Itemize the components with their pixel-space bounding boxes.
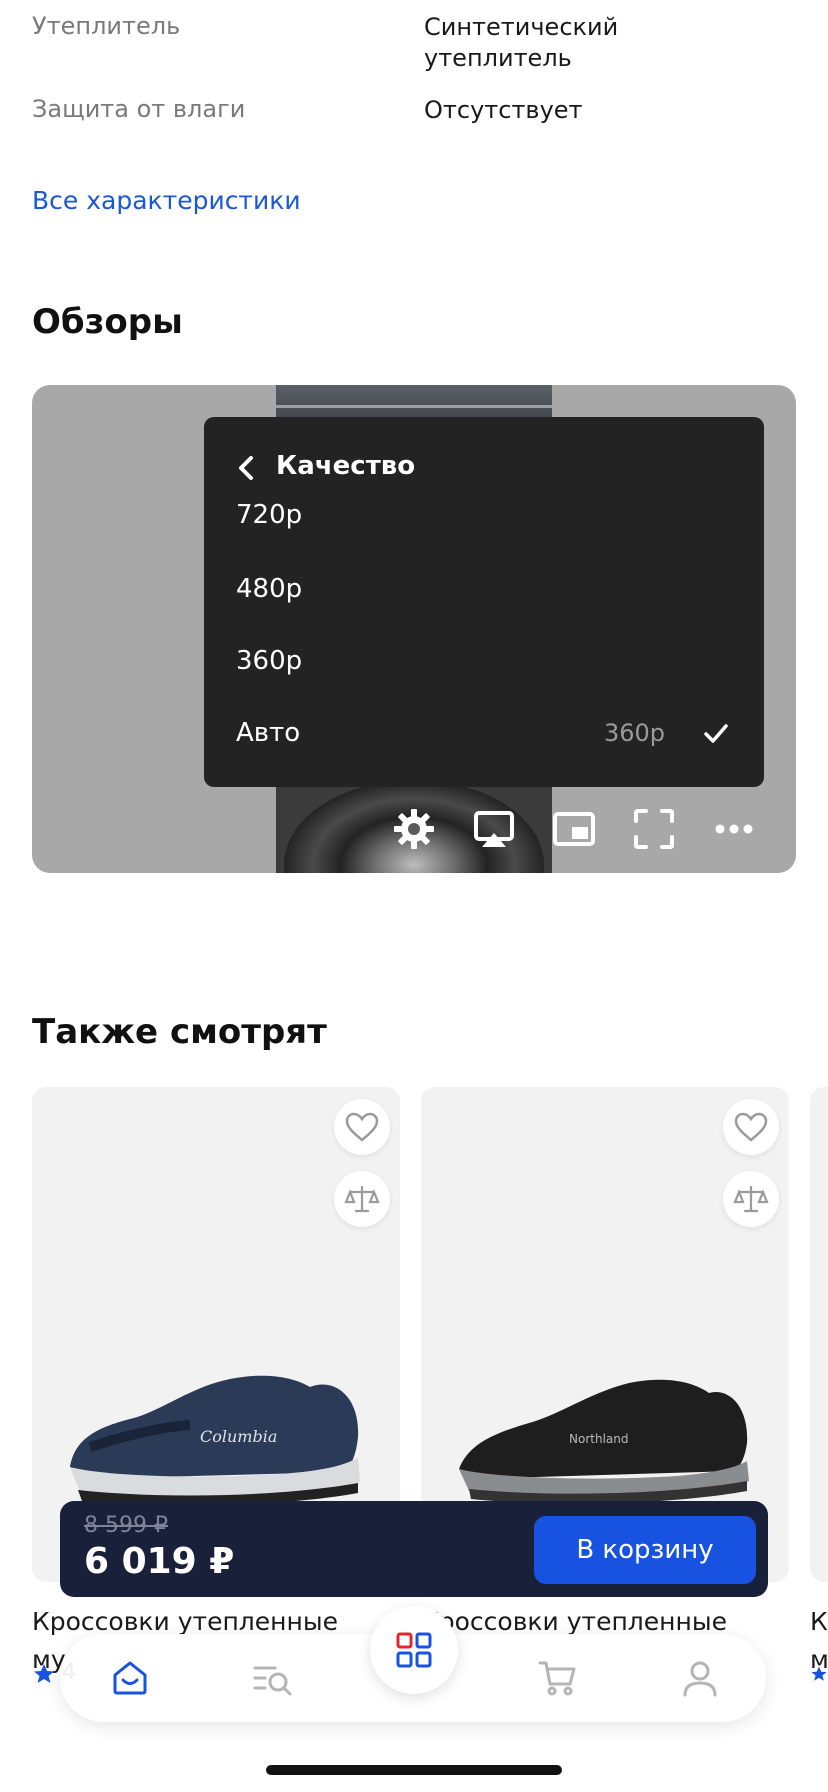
old-price: 8 599 ₽ — [84, 1513, 168, 1538]
checkmark-icon — [702, 719, 730, 747]
quality-option-480p[interactable]: 480p — [236, 574, 302, 604]
shoe-image: Columbia — [70, 1375, 360, 1506]
home-indicator — [266, 1765, 562, 1775]
rating-star-icon — [810, 1662, 828, 1686]
spec-value: Синтетический утеплитель — [424, 12, 724, 74]
brand-logo: Northland — [569, 1432, 628, 1446]
airplay-icon[interactable] — [470, 805, 518, 853]
spec-value: Отсутствует — [424, 96, 583, 124]
spec-label: Защита от влаги — [32, 95, 246, 123]
spec-label: Утеплитель — [32, 12, 181, 40]
favorite-heart-icon[interactable] — [723, 1099, 779, 1155]
product-card[interactable] — [810, 1087, 828, 1582]
profile-icon[interactable] — [674, 1652, 726, 1704]
product-title[interactable]: К — [810, 1607, 828, 1636]
product-title[interactable]: Кроссовки утепленные — [421, 1607, 751, 1636]
reviews-title: Обзоры — [32, 302, 183, 342]
chevron-left-icon[interactable] — [236, 455, 256, 481]
buy-bar: 8 599 ₽ 6 019 ₽ В корзину — [60, 1501, 768, 1597]
compare-scales-icon[interactable] — [334, 1171, 390, 1227]
bottom-nav — [60, 1606, 766, 1722]
spec-value-line: Синтетический — [424, 13, 619, 41]
settings-icon[interactable] — [390, 805, 438, 853]
quality-current-value: 360p — [604, 719, 666, 747]
quality-option-360p[interactable]: 360p — [236, 646, 302, 676]
quality-menu: Качество 720p 480p 360p Авто 360p — [204, 417, 764, 787]
brand-logo: Columbia — [200, 1427, 277, 1446]
spec-value-line: утеплитель — [424, 44, 572, 72]
add-to-cart-button[interactable]: В корзину — [534, 1516, 756, 1584]
quality-option-720p[interactable]: 720p — [236, 500, 302, 530]
home-icon[interactable] — [104, 1652, 156, 1704]
catalog-search-icon[interactable] — [246, 1652, 298, 1704]
rating-star-icon — [32, 1662, 56, 1686]
also-viewed-title: Также смотрят — [32, 1012, 327, 1052]
compare-scales-icon[interactable] — [723, 1171, 779, 1227]
fullscreen-icon[interactable] — [630, 805, 678, 853]
quality-option-auto[interactable]: Авто — [236, 718, 300, 748]
catalog-icon — [396, 1632, 432, 1668]
catalog-button[interactable] — [370, 1606, 458, 1694]
all-specs-link[interactable]: Все характеристики — [32, 186, 301, 215]
product-title[interactable]: Кроссовки утепленные — [32, 1607, 402, 1636]
favorite-heart-icon[interactable] — [334, 1099, 390, 1155]
video-frame-stripe — [276, 405, 552, 408]
more-icon[interactable] — [710, 805, 758, 853]
picture-in-picture-icon[interactable] — [550, 805, 598, 853]
current-price: 6 019 ₽ — [84, 1541, 235, 1582]
shoe-image: Northland — [459, 1379, 749, 1504]
quality-menu-title: Качество — [276, 451, 416, 481]
cart-icon[interactable] — [532, 1652, 584, 1704]
